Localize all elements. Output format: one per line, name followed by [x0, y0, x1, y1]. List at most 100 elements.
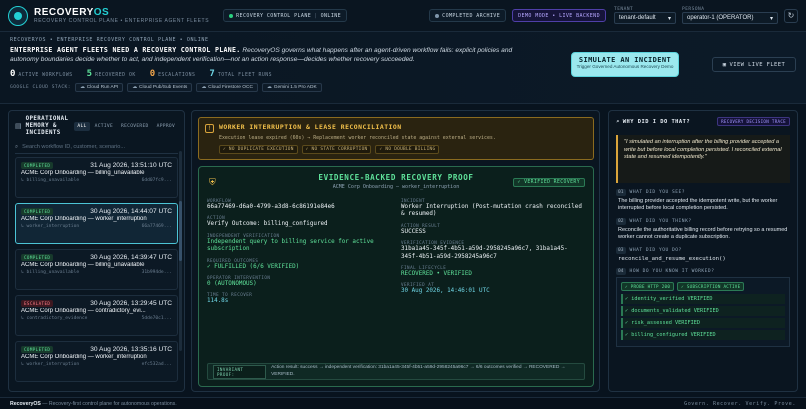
filter-tab-all[interactable]: ALL: [74, 121, 90, 131]
proof-field-label: VERIFICATION EVIDENCE: [401, 240, 465, 246]
stack-chip: ☁ Cloud Run API: [74, 82, 124, 92]
filter-tab-approv[interactable]: APPROV: [154, 122, 178, 131]
proof-field: FINAL LIFECYCLE RECOVERED • VERIFIED: [401, 265, 585, 278]
proof-field: WORKFLOW 66a77469-d6a0-4799-a3d8-6c86191e…: [207, 198, 391, 211]
mode-label: DEMO MODE • LIVE BACKEND: [518, 12, 600, 19]
brand-name: RECOVERY: [34, 7, 94, 18]
search-placeholder: Search workflow ID, customer, scenario..…: [22, 144, 126, 151]
brand: RECOVERYOS RECOVERY CONTROL PLANE • ENTE…: [34, 7, 209, 24]
footer-brand: RecoveryOS: [10, 400, 41, 407]
trace-number: 03: [616, 246, 626, 254]
proof-column-right: INCIDENT Worker Interruption (Post-mutati…: [401, 198, 585, 310]
trace-number: 01: [616, 189, 626, 196]
probe-tag: ✓ PROBE HTTP 200: [621, 282, 675, 292]
proof-field: VERIFICATION EVIDENCE 31ba1a45-345f-4b51-…: [401, 240, 585, 261]
agent-quote: "I simulated an interruption after the b…: [616, 135, 790, 183]
trace-item: 02 WHAT DID YOU THINK? Reconcile the autho…: [616, 217, 790, 242]
incident-card[interactable]: COMPLETED 30 Aug 2026, 13:35:16 UTC ACME C…: [15, 340, 178, 382]
proof-field-value: SUCCESS: [401, 228, 426, 235]
completed-archive-button[interactable]: COMPLETED ARCHIVE: [429, 9, 507, 22]
stat-item: 7 TOTAL FLEET RUNS: [209, 69, 272, 79]
filter-tab-recovered[interactable]: RECOVERED: [118, 122, 152, 131]
stat-label: RECOVERED OK: [95, 72, 136, 78]
trace-number: 04: [616, 268, 626, 276]
incident-card[interactable]: COMPLETED 31 Aug 2026, 13:51:10 UTC ACME C…: [15, 156, 178, 198]
trace-question: HOW DO YOU KNOW IT WORKED?: [629, 269, 715, 275]
incident-card[interactable]: COMPLETED 30 Aug 2026, 14:44:07 UTC ACME C…: [15, 202, 178, 244]
decision-trace-panel: ⌕ WHY DID I DO THAT? RECOVERY DECISION TR…: [608, 110, 798, 392]
top-bar: RECOVERYOS RECOVERY CONTROL PLANE • ENTE…: [0, 0, 806, 32]
scrollbar[interactable]: [179, 151, 182, 351]
incident-card[interactable]: ESCALATED 30 Aug 2026, 13:29:45 UTC ACME C…: [15, 294, 178, 336]
probe-tags: ✓ PROBE HTTP 200 ✓ SUBSCRIPTION ACTIVE: [621, 282, 785, 292]
breadcrumb: RECOVERYOS • ENTERPRISE RECOVERY CONTROL…: [10, 37, 209, 43]
logo-icon: [8, 5, 28, 26]
verification-line: ✓ risk_assessed VERIFIED: [621, 318, 785, 329]
verified-badge: ✓ VERIFIED RECOVERY: [512, 178, 585, 187]
proof-field-value: 114.8s: [207, 298, 229, 305]
card-scenario: ↳ worker_interruption: [21, 224, 79, 229]
footer: RecoveryOS — Recovery-first control plan…: [0, 397, 806, 409]
verification-text: identity_verified VERIFIED: [631, 296, 713, 303]
card-scenario-label: worker_interruption: [26, 223, 80, 229]
archive-dot-icon: [435, 13, 440, 18]
trace-question: WHAT DID YOU SEE?: [629, 190, 686, 195]
proof-field-value: 0 (AUTONOMOUS): [207, 280, 257, 287]
headline: ENTERPRISE AGENT FLEETS NEED A RECOVERY …: [10, 46, 540, 65]
worker-alert: ! WORKER INTERRUPTION & LEASE RECONCILIA…: [198, 117, 594, 160]
trace-question-row: 03 WHAT DID YOU DO?: [616, 246, 790, 254]
trace-question: WHAT DID YOU DO?: [629, 247, 682, 253]
stat-item: 5 RECOVERED OK: [87, 69, 136, 79]
search-field[interactable]: ⌕ Search workflow ID, customer, scenario…: [15, 142, 178, 154]
chevron-down-icon: ▾: [667, 15, 671, 22]
card-title: ACME Corp Onboarding — contradictory_evi…: [21, 307, 146, 314]
persona-select[interactable]: operator-1 (OPERATOR) ▾: [682, 12, 778, 24]
stack-chip-label: Cloud Firestore OCC: [208, 84, 253, 90]
incident-card[interactable]: COMPLETED 30 Aug 2026, 14:39:47 UTC ACME C…: [15, 248, 178, 290]
status-badge: ESCALATED: [21, 299, 54, 307]
trace-item: 03 WHAT DID YOU DO? reconcile_and_resume_e…: [616, 246, 790, 264]
cloud-icon: ☁: [201, 84, 207, 90]
trace-number: 02: [616, 217, 626, 225]
persona-value: operator-1 (OPERATOR): [687, 15, 754, 21]
card-date: 31 Aug 2026, 13:51:10 UTC: [90, 161, 172, 169]
trace-header: ⌕ WHY DID I DO THAT? RECOVERY DECISION TR…: [609, 111, 797, 132]
simulate-incident-button[interactable]: SIMULATE AN INCIDENT Trigger Governed Au…: [571, 52, 679, 77]
guarantee-label: NO DOUBLE BILLING: [385, 147, 436, 152]
proof-field-label: REQUIRED OUTCOMES: [207, 257, 259, 263]
proof-field: TIME TO RECOVER 114.8s: [207, 292, 391, 305]
worker-subtitle: Execution lease expired (60s) → Replacem…: [219, 135, 496, 141]
stack-row: GOOGLE CLOUD STACK: ☁ Cloud Run API ☁ Cloud…: [10, 82, 796, 92]
card-top-row: ESCALATED 30 Aug 2026, 13:29:45 UTC: [21, 299, 172, 307]
brand-subtitle: RECOVERY CONTROL PLANE • ENTERPRISE AGEN…: [34, 18, 210, 24]
proof-field-label: INDEPENDENT VERIFICATION: [207, 232, 280, 238]
live-fleet-label: VIEW LIVE FLEET: [729, 61, 786, 68]
worker-title: WORKER INTERRUPTION & LEASE RECONCILIATI…: [219, 123, 402, 131]
proof-field-label: ACTION: [207, 215, 226, 221]
demo-mode-toggle[interactable]: DEMO MODE • LIVE BACKEND: [512, 9, 606, 22]
verification-line: ✓ documents_validated VERIFIED: [621, 306, 785, 317]
filter-tab-active[interactable]: ACTIVE: [92, 122, 116, 131]
proof-column-left: WORKFLOW 66a77469-d6a0-4799-a3d8-6c86191e…: [207, 198, 391, 310]
card-scenario-label: worker_interruption: [26, 361, 80, 367]
stat-number: 0: [149, 68, 156, 79]
trace-qa-list: 01 WHAT DID YOU SEE? The billing provider …: [609, 189, 797, 263]
refresh-button[interactable]: ↻: [784, 8, 798, 23]
card-date: 30 Aug 2026, 14:44:07 UTC: [90, 207, 172, 215]
card-id: 66a77469...: [141, 223, 172, 229]
view-live-fleet-button[interactable]: ▣ VIEW LIVE FLEET: [712, 57, 796, 72]
trace-tag: RECOVERY DECISION TRACE: [717, 117, 790, 126]
simulate-title: SIMULATE AN INCIDENT: [578, 56, 672, 64]
cloud-icon: ☁: [266, 84, 272, 90]
stack-chip-label: Cloud Run API: [86, 84, 119, 90]
verification-text: risk_assessed VERIFIED: [631, 320, 700, 327]
cloud-icon: ☁: [79, 84, 85, 90]
card-title: ACME Corp Onboarding — billing_unavailab…: [21, 261, 145, 268]
tenant-select[interactable]: tenant-default ▾: [614, 12, 676, 24]
card-meta-row: ↳ contradictory_evidence 5dde70c1...: [21, 316, 172, 321]
probe-tag: ✓ SUBSCRIPTION ACTIVE: [677, 282, 745, 292]
chevron-down-icon: ▾: [769, 15, 773, 22]
status-pill: RECOVERY CONTROL PLANE | ONLINE: [223, 9, 348, 22]
trace-answer: Reconcile the authoritative billing reco…: [618, 226, 788, 241]
card-scenario-label: billing_unavailable: [26, 177, 80, 183]
